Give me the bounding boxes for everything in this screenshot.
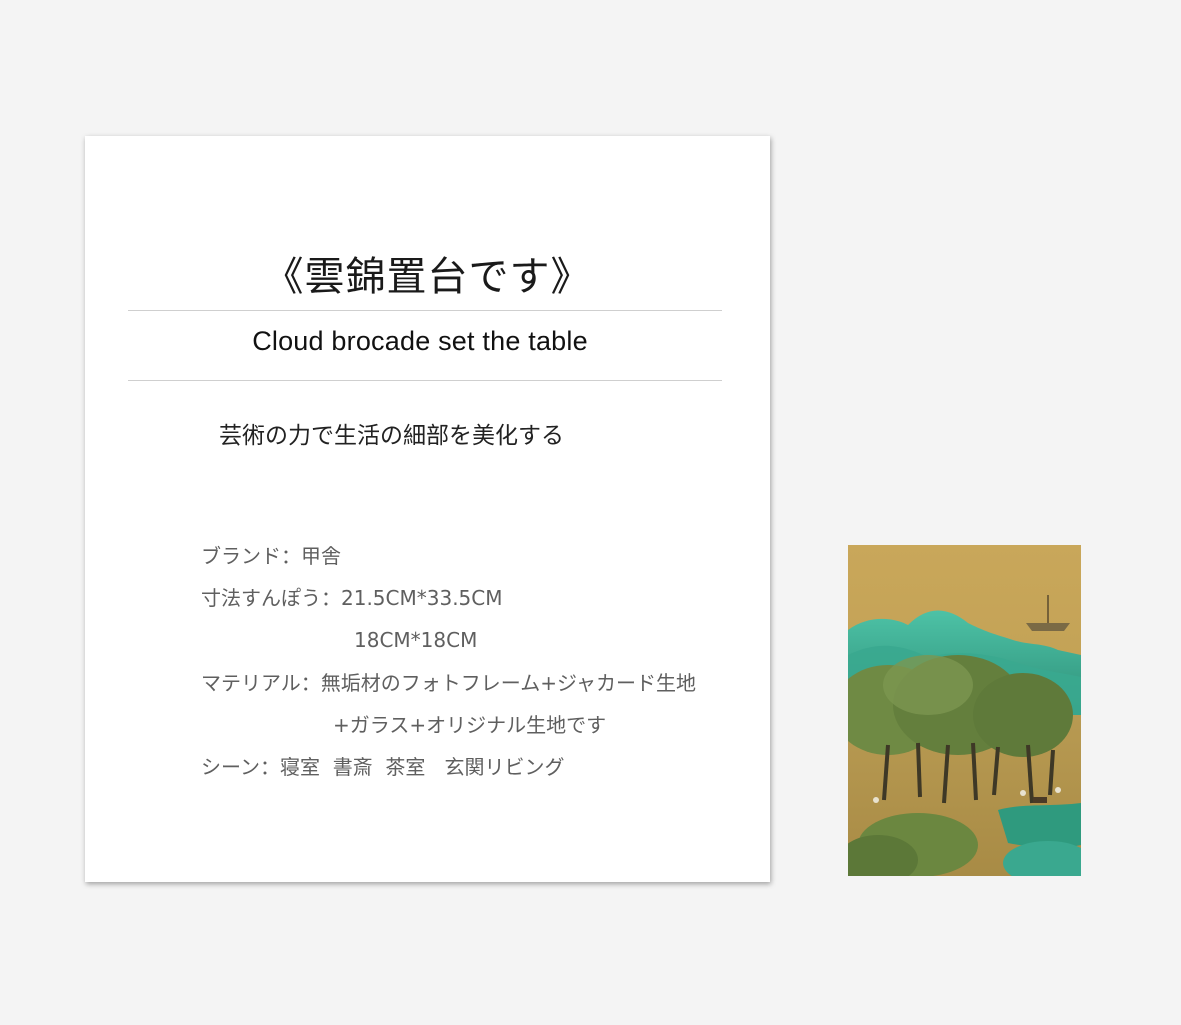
spec-size-line-2: 18CM*18CM [354,626,477,654]
divider-bottom [128,380,722,381]
spec-size: 寸法すんぽう：21.5CM*33.5CM [201,584,503,612]
product-info-card: 《雲錦置台です》 Cloud brocade set the table 芸術の… [85,136,770,882]
spec-material: マテリアル：無垢材のフォトフレーム+ジャカード生地 [201,669,696,697]
painting-figure [1055,787,1061,793]
spec-size-value-2: 18CM*18CM [354,628,478,652]
landscape-painting-svg [848,545,1081,876]
spec-material-value-2: +ガラス+オリジナル生地です [333,713,607,737]
product-tagline: 芸術の力で生活の細部を美化する [219,423,564,449]
product-title-en: Cloud brocade set the table [252,326,588,356]
painting-tree-right [973,673,1073,757]
painting-figure [1020,790,1026,796]
spec-size-label: 寸法すんぽう： [201,586,341,610]
spec-brand-label: ブランド： [201,544,301,568]
divider-top [128,310,722,311]
painting-horse [1033,797,1047,803]
product-title-jp: 《雲錦置台です》 [263,254,592,300]
spec-scene-label: シーン： [201,755,280,779]
painting-boat [1026,623,1070,631]
spec-scene-value: 寝室 書斎 茶室 玄関リビング [280,755,565,779]
spec-brand-value: 甲舎 [301,544,341,568]
painting-figure [873,797,879,803]
spec-scene: シーン：寝室 書斎 茶室 玄関リビング [201,753,565,781]
spec-material-label: マテリアル： [201,671,321,695]
spec-brand: ブランド：甲舎 [201,542,341,570]
painting-river [998,803,1081,848]
spec-material-value-1: 無垢材のフォトフレーム+ジャカード生地 [320,671,696,695]
spec-size-value-1: 21.5CM*33.5CM [341,586,503,610]
painting-tree-highlight [883,655,973,715]
landscape-painting-image [848,545,1081,876]
spec-material-line-2: +ガラス+オリジナル生地です [333,711,606,739]
